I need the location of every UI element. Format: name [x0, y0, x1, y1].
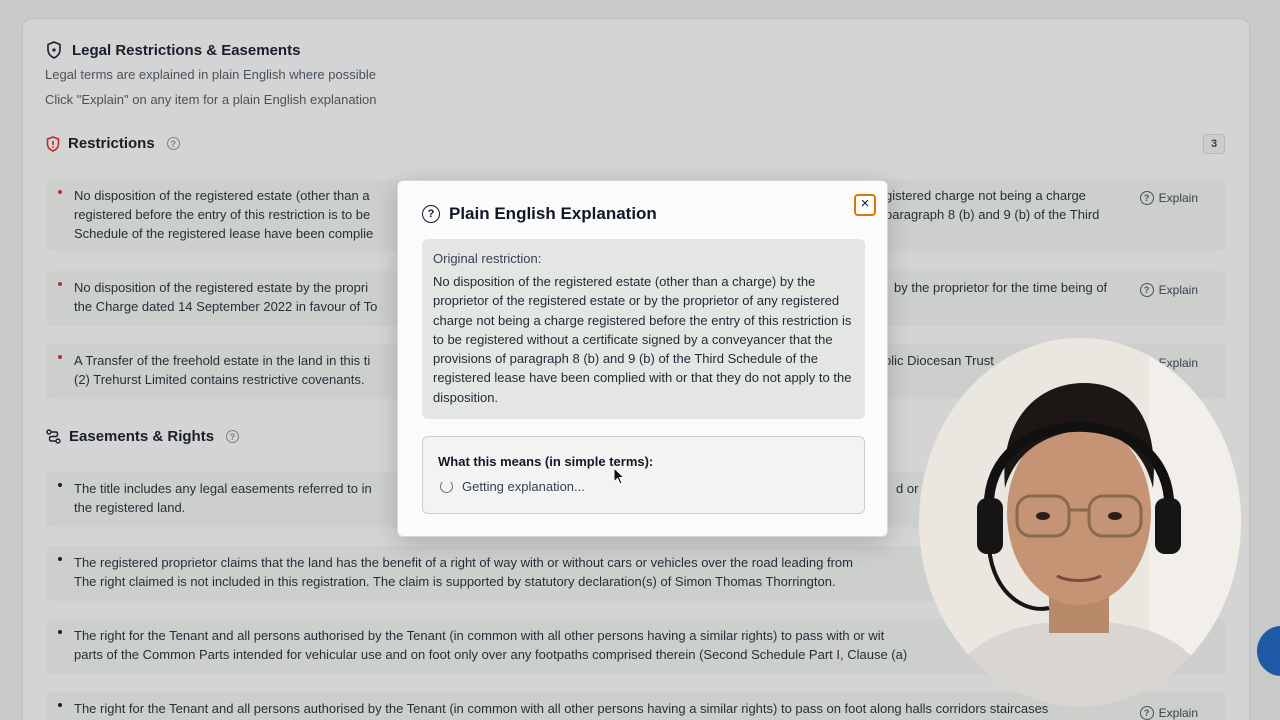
modal-title-text: Plain English Explanation: [449, 204, 657, 223]
presenter-video: [919, 338, 1241, 706]
close-button[interactable]: ×: [854, 194, 876, 216]
original-restriction-box: Original restriction: No disposition of …: [422, 239, 865, 419]
mouse-cursor-icon: [613, 467, 625, 485]
explanation-box: What this means (in simple terms): Getti…: [422, 436, 865, 514]
webcam-overlay: [919, 338, 1241, 706]
original-text: No disposition of the registered estate …: [433, 274, 852, 405]
spinner-icon: [440, 480, 453, 493]
explanation-label: What this means (in simple terms):: [438, 454, 654, 469]
modal-title: ? Plain English Explanation: [422, 204, 657, 224]
loading-indicator: Getting explanation...: [438, 479, 849, 494]
help-circle-icon: ?: [422, 205, 440, 223]
close-icon: ×: [860, 195, 870, 212]
explanation-modal: ? Plain English Explanation × Original r…: [397, 180, 888, 537]
loading-text: Getting explanation...: [462, 479, 585, 494]
original-label: Original restriction:: [433, 251, 542, 266]
